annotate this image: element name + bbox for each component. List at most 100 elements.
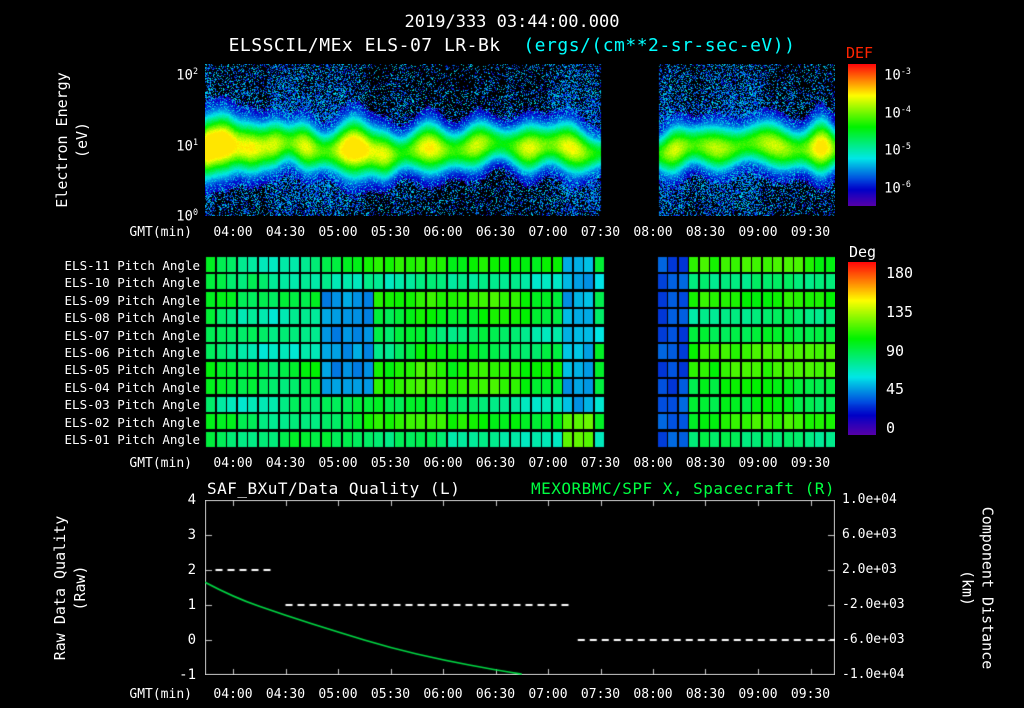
energy-axis-label-line2: (eV) [73, 121, 91, 159]
pitch-row-label: ELS-11 Pitch Angle [64, 257, 200, 273]
def-colorbar-tick: 10-6 [884, 178, 911, 197]
deg-colorbar [848, 262, 876, 435]
gmt-axis-label: GMT(min) [129, 456, 192, 471]
time-tick-label: 04:00 [213, 225, 253, 240]
units-subtitle: (ergs/(cm**2-sr-sec-eV)) [523, 35, 796, 56]
timestamp-title: 2019/333 03:44:00.000 [404, 12, 620, 32]
right-panel-title: MEXORBMC/SPF X, Spacecraft (R) [531, 479, 835, 498]
title-spacer [501, 35, 524, 56]
quality-axis-tick: -1 [179, 667, 196, 683]
quality-axis-label-line1: Raw Data Quality [50, 515, 69, 661]
pitch-row-label: ELS-01 Pitch Angle [64, 432, 200, 448]
distance-axis-tick: -6.0e+03 [842, 632, 905, 647]
def-colorbar-tick: 10-4 [884, 103, 911, 122]
time-tick-label: 04:30 [265, 225, 306, 240]
exponent: -4 [900, 103, 911, 114]
def-colorbar [848, 64, 876, 206]
time-tick-label: 06:00 [423, 687, 463, 702]
time-tick-label: 07:30 [580, 687, 621, 702]
time-tick-label: 09:30 [790, 687, 831, 702]
left-panel-title: SAF_BXuT/Data Quality (L) [207, 479, 461, 498]
time-tick-label: 06:00 [423, 225, 463, 240]
time-tick-label: 07:00 [528, 687, 568, 702]
quality-axis-tick: 2 [187, 562, 196, 578]
time-tick-label: 05:30 [370, 225, 411, 240]
time-tick-label: 08:30 [685, 225, 726, 240]
pitch-row-label: ELS-05 Pitch Angle [64, 362, 200, 378]
time-tick-label: 05:30 [370, 456, 411, 471]
time-tick-label: 04:30 [265, 456, 306, 471]
pitch-row-label: ELS-09 Pitch Angle [64, 292, 200, 308]
pitch-row-label: ELS-06 Pitch Angle [64, 345, 200, 360]
instrument-title: ELSSCIL/MEx ELS-07 LR-Bk [228, 35, 501, 56]
quality-axis-tick: 3 [187, 527, 196, 543]
distance-axis-label-line2: (km) [958, 569, 976, 607]
distance-axis-tick: 6.0e+03 [842, 527, 897, 542]
pitch-row-label: ELS-04 Pitch Angle [64, 379, 200, 395]
time-tick-label: 07:30 [580, 225, 621, 240]
def-colorbar-tick: 10-3 [884, 66, 911, 84]
distance-axis-tick: -1.0e+04 [842, 667, 905, 682]
distance-axis-tick: -2.0e+03 [842, 597, 905, 612]
time-tick-label: 08:00 [633, 225, 673, 240]
time-tick-label: 08:00 [633, 456, 673, 471]
time-tick-label: 04:30 [265, 687, 306, 702]
exponent: 0 [192, 207, 198, 217]
time-tick-label: 09:30 [790, 456, 831, 471]
quality-axis-label-line2: (Raw) [71, 565, 89, 611]
time-tick-label: 08:30 [685, 687, 726, 702]
energy-tick-label: 102 [176, 66, 198, 84]
def-colorbar-tick: 10-5 [884, 141, 911, 159]
quality-axis-label: Raw Data Quality (Raw) [50, 516, 91, 661]
time-tick-label: 06:30 [475, 687, 516, 702]
energy-axis-label: Electron Energy (eV) [52, 72, 93, 207]
time-tick-label: 04:00 [213, 687, 253, 702]
pitch-row-label: ELS-08 Pitch Angle [64, 310, 200, 326]
energy-axis-label-line1: Electron Energy [52, 72, 71, 208]
deg-colorbar-tick: 90 [886, 341, 905, 360]
time-tick-label: 05:30 [370, 687, 411, 702]
electron-energy-spectrogram-canvas [205, 64, 835, 216]
time-tick-label: 09:00 [738, 687, 778, 702]
time-tick-label: 08:00 [633, 687, 673, 702]
energy-tick-label: 100 [176, 207, 198, 225]
time-tick-label: 05:00 [318, 456, 358, 471]
deg-colorbar-label: Deg [849, 243, 877, 261]
time-tick-label: 04:00 [213, 456, 253, 471]
time-tick-label: 06:30 [475, 225, 516, 240]
time-tick-label: 09:00 [738, 456, 778, 471]
quality-distance-chart-canvas [205, 500, 835, 675]
time-tick-label: 05:00 [318, 225, 358, 240]
deg-colorbar-tick: 135 [886, 302, 914, 321]
mex-els-summary-plot: 2019/333 03:44:00.000 ELSSCIL/MEx ELS-07… [0, 0, 1024, 708]
time-tick-label: 09:00 [738, 225, 778, 240]
quality-axis-tick: 4 [187, 492, 196, 508]
exponent: 1 [192, 136, 198, 147]
exponent: -3 [900, 66, 911, 76]
exponent: 2 [192, 66, 198, 77]
distance-axis-tick: 1.0e+04 [842, 492, 897, 507]
time-tick-label: 08:30 [685, 456, 726, 471]
distance-axis-tick: 2.0e+03 [842, 562, 897, 577]
pitch-angle-heatmap-canvas [205, 256, 835, 448]
pitch-row-label: ELS-03 Pitch Angle [64, 397, 200, 413]
def-colorbar-label: DEF [846, 44, 874, 62]
time-tick-label: 05:00 [318, 687, 358, 702]
time-tick-label: 07:30 [580, 456, 621, 471]
distance-axis-label: Component Distance (km) [957, 507, 998, 670]
pitch-row-label: ELS-10 Pitch Angle [64, 275, 200, 291]
time-tick-label: 09:30 [790, 225, 831, 240]
time-tick-label: 07:00 [528, 225, 568, 240]
deg-colorbar-tick: 0 [886, 419, 896, 438]
distance-axis-label-line1: Component Distance [978, 506, 997, 670]
time-tick-label: 07:00 [528, 456, 568, 471]
gmt-axis-label: GMT(min) [129, 225, 192, 240]
quality-axis-tick: 0 [187, 632, 196, 648]
deg-colorbar-tick: 180 [886, 264, 914, 282]
pitch-row-label: ELS-07 Pitch Angle [64, 327, 200, 343]
gmt-axis-label: GMT(min) [129, 687, 192, 702]
time-tick-label: 06:30 [475, 456, 516, 471]
pitch-row-label: ELS-02 Pitch Angle [64, 414, 200, 430]
deg-colorbar-tick: 45 [886, 380, 905, 399]
exponent: -5 [900, 141, 911, 152]
